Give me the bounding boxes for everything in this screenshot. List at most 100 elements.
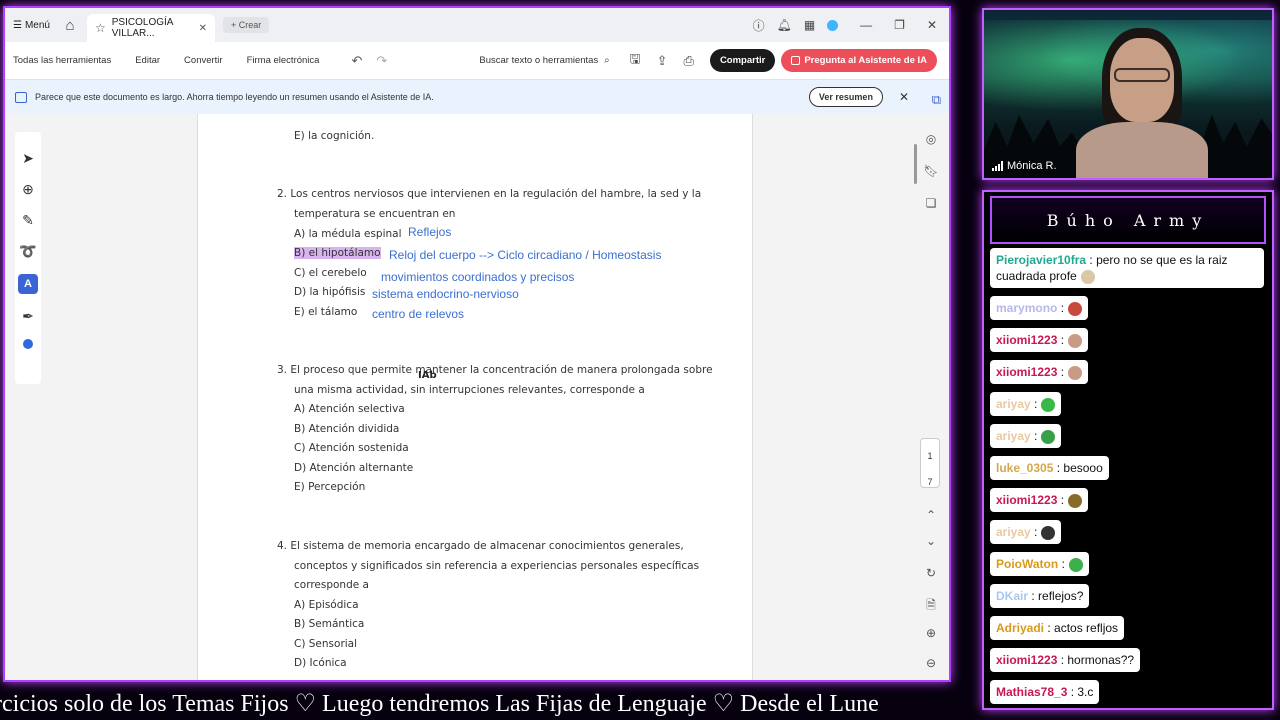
lasso-icon[interactable]: ➰ xyxy=(19,243,36,260)
refresh-icon[interactable]: ↻ xyxy=(926,566,936,580)
ai-assistant-button[interactable]: Pregunta al Asistente de IA xyxy=(781,49,937,72)
zoom-in-icon[interactable]: ⊕ xyxy=(926,626,936,640)
scroll-down-icon[interactable]: ⌄ xyxy=(926,534,936,548)
chat-bubble: DKair : reflejos? xyxy=(990,584,1090,608)
chat-username[interactable]: xiiomi1223 xyxy=(996,653,1057,667)
q3-option-a: A) Atención selectiva xyxy=(294,403,405,415)
chat-message: marymono : xyxy=(990,296,1266,328)
chat-username[interactable]: ariyay xyxy=(996,525,1031,539)
home-icon[interactable]: ⌂ xyxy=(59,17,81,34)
annotation-hipotalamo[interactable]: Reloj del cuerpo --> Ciclo circadiano / … xyxy=(389,248,661,262)
chat-username[interactable]: xiiomi1223 xyxy=(996,493,1057,507)
chat-text: : xyxy=(1060,301,1065,315)
chat-username[interactable]: marymono xyxy=(996,301,1057,315)
chat-message: ariyay : xyxy=(990,424,1266,456)
esign-menu[interactable]: Firma electrónica xyxy=(247,55,320,66)
chat-message: xiiomi1223 : xyxy=(990,328,1266,360)
ai-assistant-icon[interactable] xyxy=(827,19,839,31)
redo-icon[interactable]: ↷ xyxy=(376,53,387,69)
document-tab[interactable]: ☆ PSICOLOGÍA VILLAR... ✕ xyxy=(87,14,215,42)
save-icon[interactable]: 🖫 xyxy=(630,50,641,72)
menu-label: Menú xyxy=(24,19,50,31)
maximize-icon[interactable]: ❐ xyxy=(894,18,905,32)
chat-text: : xyxy=(1061,557,1065,571)
copy-pages-icon[interactable]: ❏ xyxy=(926,196,937,210)
right-tool-rail: ◎ 🔖︎ ❏ ⌃ ⌄ ↻ 🗎 ⊕ ⊖ xyxy=(919,114,943,680)
color-picker-icon[interactable] xyxy=(23,339,33,349)
page-indicator[interactable]: 1 7 xyxy=(920,438,940,488)
bookmark-icon[interactable]: 🔖︎ xyxy=(923,164,938,178)
edit-menu[interactable]: Editar xyxy=(135,55,160,66)
annotation-reflejos[interactable]: Reflejos xyxy=(408,225,451,239)
text-box-icon[interactable]: A xyxy=(18,274,38,294)
pen-icon[interactable]: ✎ xyxy=(22,212,34,229)
menu-button[interactable]: ☰ Menú xyxy=(13,20,53,31)
chat-message: Adriyadi : actos refljos xyxy=(990,616,1266,648)
q2-option-b-highlighted: B) el hipotálamo xyxy=(294,247,381,259)
print-icon[interactable]: ⎙ xyxy=(684,53,694,69)
zoom-out-icon[interactable]: ⊖ xyxy=(926,656,936,670)
signal-bars-icon xyxy=(992,161,1003,171)
pdf-viewer-window: ☰ Menú ⌂ ☆ PSICOLOGÍA VILLAR... ✕ + Crea… xyxy=(3,6,951,682)
emote-icon xyxy=(1068,301,1083,316)
apps-grid-icon[interactable]: ▦ xyxy=(804,18,815,32)
search-tools[interactable]: Buscar texto o herramientas ⌕ xyxy=(479,55,609,66)
chat-username[interactable]: luke_0305 xyxy=(996,461,1053,475)
chat-text: : reflejos? xyxy=(1031,589,1084,603)
panel-toggle-icon[interactable]: ⧉ xyxy=(932,92,941,108)
q2-option-d: D) la hipófisis xyxy=(294,286,366,298)
create-button[interactable]: + Crear xyxy=(223,17,270,33)
annotation-hipofisis[interactable]: sistema endocrino-nervioso xyxy=(372,287,519,301)
chat-text: : 3.c xyxy=(1070,685,1094,699)
chat-message: xiiomi1223 : hormonas?? xyxy=(990,648,1266,680)
convert-menu[interactable]: Convertir xyxy=(184,55,223,66)
star-icon[interactable]: ☆ xyxy=(95,21,106,35)
annotation-talamo[interactable]: centro de relevos xyxy=(372,307,464,321)
emote-icon xyxy=(1041,397,1056,412)
hamburger-icon: ☰ xyxy=(13,19,22,31)
webcam-name-tag: Mónica R. xyxy=(992,160,1057,172)
chat-username[interactable]: ariyay xyxy=(996,397,1031,411)
close-banner-icon[interactable]: ✕ xyxy=(899,90,909,104)
undo-icon[interactable]: ↶ xyxy=(351,53,362,69)
chat-username[interactable]: Pierojavier10fra xyxy=(996,253,1086,267)
chat-bubble: luke_0305 : besooo xyxy=(990,456,1109,480)
bell-icon[interactable]: 🔔︎ xyxy=(777,18,792,32)
emote-icon xyxy=(1068,333,1083,348)
comment-icon[interactable]: ⊕ xyxy=(22,181,34,198)
chat-username[interactable]: xiiomi1223 xyxy=(996,365,1057,379)
scroll-up-icon[interactable]: ⌃ xyxy=(926,508,936,522)
q3-option-e: E) Percepción xyxy=(294,481,366,493)
chat-username[interactable]: ariyay xyxy=(996,429,1031,443)
chat-text: : xyxy=(1034,397,1038,411)
chat-username[interactable]: Mathias78_3 xyxy=(996,685,1067,699)
chat-bubble: ariyay : xyxy=(990,424,1062,448)
chat-username[interactable]: Adriyadi xyxy=(996,621,1044,635)
search-icon: ⌕ xyxy=(604,55,610,66)
annotation-cerebelo[interactable]: movimientos coordinados y precisos xyxy=(381,270,574,284)
sign-icon[interactable]: ✒ xyxy=(22,308,34,325)
streamer-glasses xyxy=(1114,68,1170,82)
upload-icon[interactable]: ⇪ xyxy=(657,53,668,69)
chat-username[interactable]: xiiomi1223 xyxy=(996,333,1057,347)
share-button[interactable]: Compartir xyxy=(709,49,776,72)
close-window-icon[interactable]: ✕ xyxy=(927,18,937,32)
help-icon[interactable]: ⓘ xyxy=(753,17,765,34)
q3-option-b: B) Atención dividida xyxy=(294,423,400,435)
chat-username[interactable]: DKair xyxy=(996,589,1028,603)
question-4-line-2: conceptos y significados sin referencia … xyxy=(294,560,700,572)
question-4-line-1: 4. El sistema de memoria encargado de al… xyxy=(277,540,684,552)
q2-option-c: C) el cerebelo xyxy=(294,267,367,279)
view-summary-button[interactable]: Ver resumen xyxy=(808,87,883,107)
minimize-icon[interactable]: — xyxy=(860,18,872,32)
select-cursor-icon[interactable]: ➤ xyxy=(22,150,34,167)
chat-text: : xyxy=(1060,333,1065,347)
vertical-scrollbar[interactable] xyxy=(914,144,917,184)
emote-icon xyxy=(1041,429,1056,444)
close-tab-icon[interactable]: ✕ xyxy=(199,23,207,34)
at-sign-icon[interactable]: ◎ xyxy=(926,132,936,146)
chat-bubble: Mathias78_3 : 3.c xyxy=(990,680,1100,704)
all-tools-menu[interactable]: Todas las herramientas xyxy=(13,55,111,66)
chat-username[interactable]: PoioWaton xyxy=(996,557,1058,571)
page-settings-icon[interactable]: 🗎 xyxy=(926,596,936,617)
